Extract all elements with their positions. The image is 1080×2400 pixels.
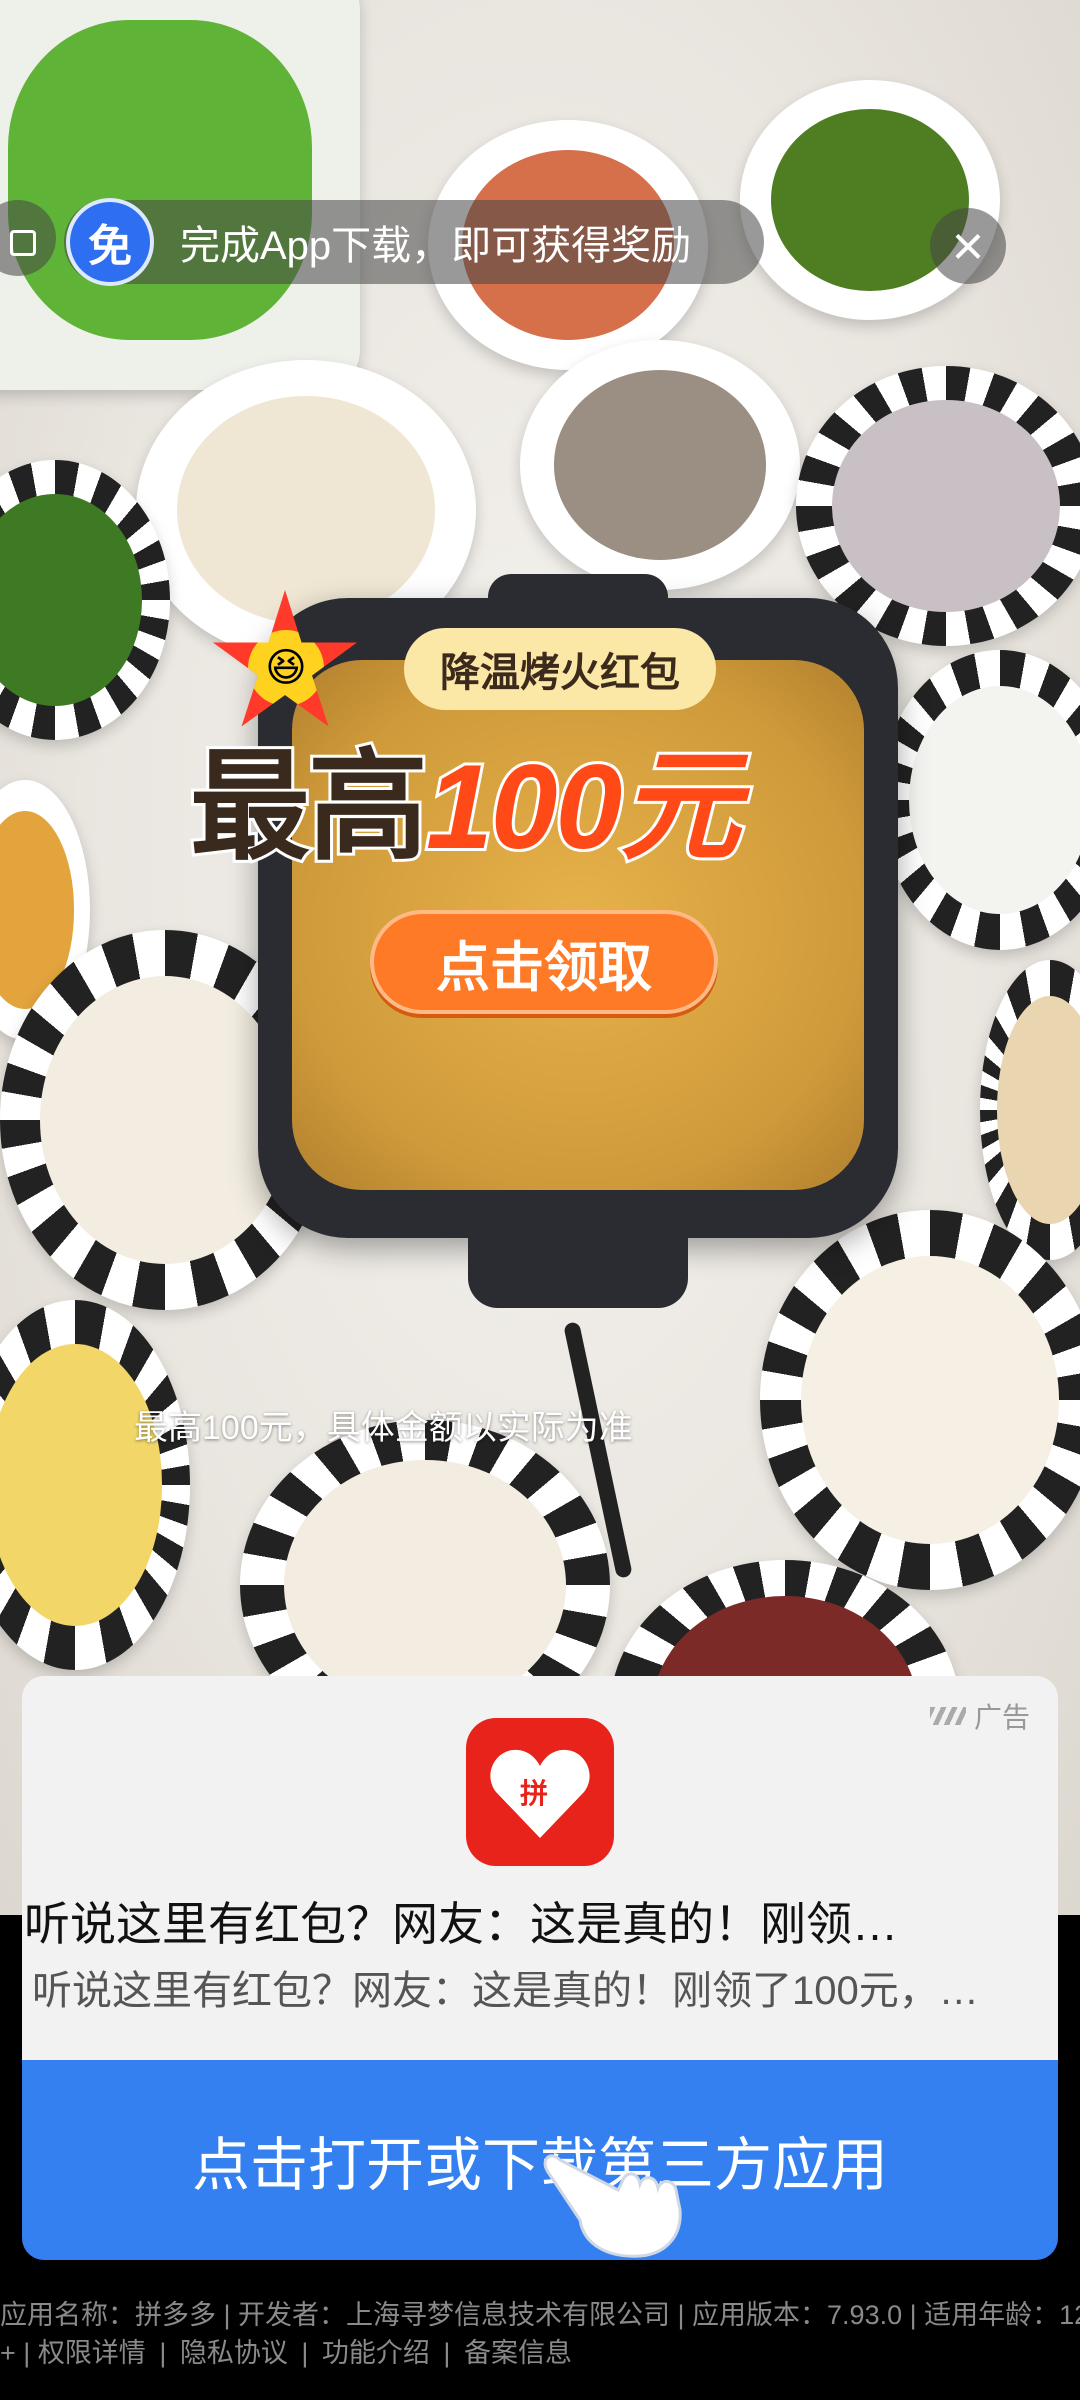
close-icon[interactable]: × [930, 208, 1006, 284]
plate-greens [0, 0, 360, 390]
promo-tag: 降温烤火红包 [404, 628, 716, 710]
footer-prefix: + | [0, 2338, 31, 2368]
reward-banner: 免 完成App下载，即可获得奖励 [64, 198, 764, 286]
separator: | [443, 2338, 451, 2368]
ad-label-text: 广告 [974, 1702, 1031, 1733]
reward-text: 完成App下载，即可获得奖励 [180, 224, 692, 268]
app-info-line: 应用名称：拼多多 | 开发者：上海寻梦信息技术有限公司 | 应用版本：7.93.… [0, 2300, 1080, 2330]
feature-intro-link[interactable]: 功能介绍 [322, 2338, 430, 2368]
plate-sauce [740, 80, 1000, 320]
promo-title[interactable]: 最高 100元 [187, 716, 890, 877]
plate-rice-cake [880, 650, 1080, 950]
record-info-link[interactable]: 备案信息 [464, 2338, 572, 2368]
promo-disclaimer: 最高100元，具体金额以实际为准 [134, 1409, 633, 1447]
claim-button[interactable]: 点击领取 [370, 910, 718, 1014]
ad-subline: 听说这里有红包？网友：这是真的！刚领了100元，… [32, 1969, 979, 2013]
app-icon-text: 拼 [520, 1778, 549, 1809]
separator: | [301, 2338, 309, 2368]
promo-title-prefix: 最高 [187, 737, 431, 877]
permission-details-link[interactable]: 权限详情 [38, 2338, 146, 2368]
plate-tofu-skin [980, 960, 1080, 1260]
plate-potato [0, 1300, 190, 1670]
app-info-footer: 应用名称：拼多多 | 开发者：上海寻梦信息技术有限公司 | 应用版本：7.93.… [0, 2296, 1080, 2372]
free-badge: 免 [66, 198, 154, 286]
ad-mark-icon [930, 1707, 966, 1725]
separator: | [159, 2338, 167, 2368]
ad-label: 广告 [930, 1696, 1030, 1736]
plate-shrimp [520, 340, 800, 590]
promo-title-amount: 100元 [423, 737, 743, 877]
app-icon[interactable]: 拼 [466, 1718, 614, 1866]
ad-headline[interactable]: 听说这里有红包？网友：这是真的！刚领… [24, 1888, 1054, 1954]
privacy-policy-link[interactable]: 隐私协议 [180, 2338, 288, 2368]
pointing-hand-icon [543, 2154, 682, 2258]
app-links-line: + | 权限详情 | 隐私协议 | 功能介绍 | 备案信息 [0, 2334, 1080, 2372]
plate-lotus [760, 1210, 1080, 1590]
